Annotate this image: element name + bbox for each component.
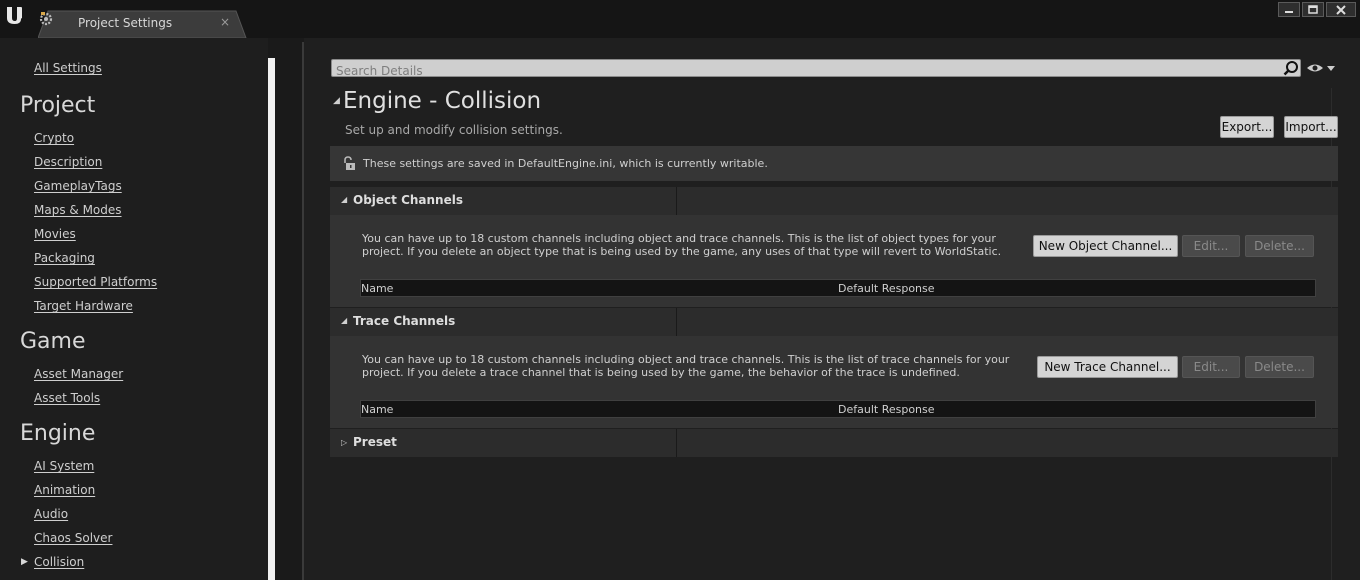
tab-project-settings[interactable]: Project Settings × (38, 10, 248, 38)
expanded-arrow-icon: ◢ (341, 316, 348, 325)
trace-channels-header[interactable]: ◢ Trace Channels (330, 308, 1338, 336)
sidebar-item-animation[interactable]: Animation (34, 483, 95, 497)
sidebar-item-audio[interactable]: Audio (34, 507, 68, 521)
collapsed-arrow-icon: ▷ (341, 438, 348, 447)
delete-trace-channel-button[interactable]: Delete... (1245, 356, 1314, 378)
expanded-arrow-icon: ◢ (341, 195, 348, 204)
column-splitter (676, 429, 677, 457)
page-title: Engine - Collision (343, 88, 542, 114)
maximize-button[interactable] (1302, 2, 1324, 17)
column-name[interactable]: Name (361, 282, 393, 295)
unreal-logo-icon (7, 7, 22, 24)
minimize-icon (1285, 10, 1293, 13)
object-channels-header[interactable]: ◢ Object Channels (330, 187, 1338, 215)
view-options-eye-icon[interactable] (1306, 62, 1336, 74)
sidebar-item-gameplaytags[interactable]: GameplayTags (34, 179, 122, 193)
page-subtitle: Set up and modify collision settings. (345, 123, 563, 137)
sidebar-item-asset-manager[interactable]: Asset Manager (34, 367, 123, 381)
import-button[interactable]: Import... (1284, 116, 1338, 138)
sidebar-item-supported-platforms[interactable]: Supported Platforms (34, 275, 157, 289)
column-default-response[interactable]: Default Response (838, 403, 935, 416)
column-splitter (676, 308, 677, 336)
settings-gear-icon (39, 12, 53, 26)
close-window-button[interactable] (1326, 2, 1356, 17)
sidebar-item-chaos-solver[interactable]: Chaos Solver (34, 531, 112, 545)
selected-arrow-icon: ▶ (21, 557, 28, 567)
sidebar-item-crypto[interactable]: Crypto (34, 131, 74, 145)
trace-channels-title: Trace Channels (353, 314, 456, 328)
sidebar-item-collision[interactable]: Collision (34, 555, 84, 569)
column-name[interactable]: Name (361, 403, 393, 416)
column-default-response[interactable]: Default Response (838, 282, 935, 295)
preset-title: Preset (353, 435, 397, 449)
tab-close-icon[interactable]: × (220, 15, 230, 29)
search-box[interactable] (331, 59, 1301, 79)
sidebar-item-asset-tools[interactable]: Asset Tools (34, 391, 100, 405)
config-notice: These settings are saved in DefaultEngin… (330, 146, 1338, 181)
maximize-icon (1308, 4, 1318, 14)
sidebar-scrollbar[interactable] (268, 58, 275, 580)
search-input[interactable] (332, 63, 1300, 79)
new-trace-channel-button[interactable]: New Trace Channel... (1037, 356, 1178, 378)
sidebar-item-maps-modes[interactable]: Maps & Modes (34, 203, 122, 217)
edit-trace-channel-button[interactable]: Edit... (1182, 356, 1240, 378)
object-channels-description: You can have up to 18 custom channels in… (362, 232, 1002, 258)
tab-label: Project Settings (78, 16, 173, 30)
collapse-arrow-icon[interactable]: ◢ (333, 96, 340, 106)
minimize-button[interactable] (1278, 2, 1300, 17)
heading-engine: Engine (20, 421, 96, 446)
notice-text: These settings are saved in DefaultEngin… (363, 157, 768, 170)
new-object-channel-button[interactable]: New Object Channel... (1033, 235, 1178, 257)
preset-header[interactable]: ▷ Preset (330, 429, 1338, 457)
unlocked-lock-icon (344, 156, 355, 170)
edit-object-channel-button[interactable]: Edit... (1182, 235, 1240, 257)
object-channels-table-header: Name Default Response (360, 279, 1316, 297)
trace-channels-body: You can have up to 18 custom channels in… (330, 336, 1338, 428)
sidebar-item-target-hardware[interactable]: Target Hardware (34, 299, 133, 313)
all-settings-link[interactable]: All Settings (34, 61, 102, 75)
heading-game: Game (20, 329, 86, 354)
title-bar: Project Settings × (0, 0, 1360, 38)
trace-channels-table-header: Name Default Response (360, 400, 1316, 418)
sidebar-item-packaging[interactable]: Packaging (34, 251, 95, 265)
export-button[interactable]: Export... (1220, 116, 1274, 138)
sidebar-item-description[interactable]: Description (34, 155, 102, 169)
delete-object-channel-button[interactable]: Delete... (1245, 235, 1314, 257)
sidebar-item-movies[interactable]: Movies (34, 227, 76, 241)
column-splitter (676, 187, 677, 215)
search-icon[interactable] (1283, 60, 1299, 76)
sidebar-item-ai-system[interactable]: AI System (34, 459, 94, 473)
trace-channels-description: You can have up to 18 custom channels in… (362, 353, 1010, 379)
close-icon (1336, 4, 1346, 15)
window-controls (1278, 2, 1356, 17)
heading-project: Project (20, 93, 96, 118)
object-channels-title: Object Channels (353, 193, 463, 207)
object-channels-body: You can have up to 18 custom channels in… (330, 215, 1338, 307)
